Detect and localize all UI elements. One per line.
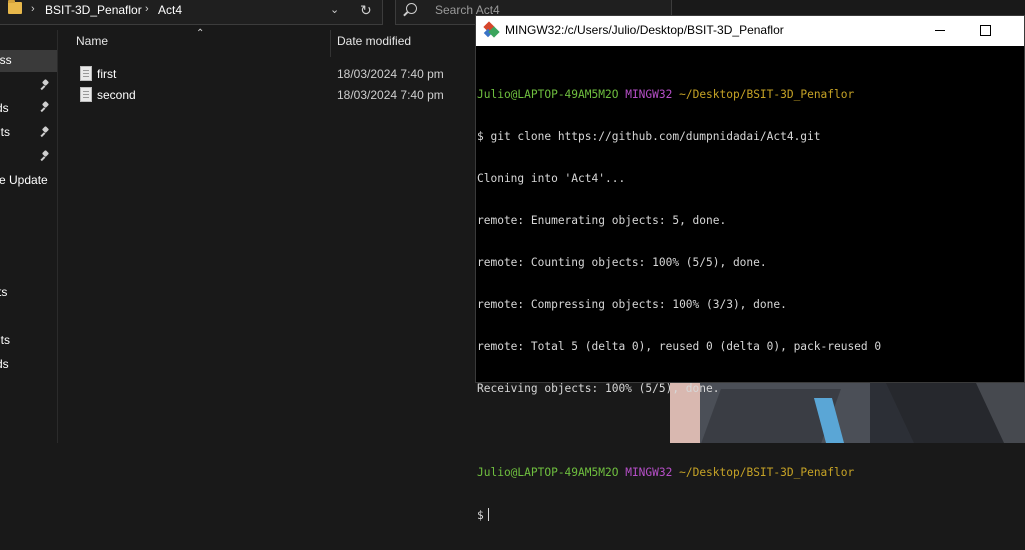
- maximize-button[interactable]: [980, 25, 991, 36]
- file-icon: [80, 66, 92, 81]
- nav-item-contacts[interactable]: ts: [0, 285, 7, 299]
- navigation-pane: ess ds nts e Update ts nts ds: [0, 30, 58, 443]
- minimize-button[interactable]: [935, 30, 945, 31]
- title-bar[interactable]: MINGW32:/c/Users/Julio/Desktop/BSIT-3D_P…: [476, 16, 1024, 46]
- window-title: MINGW32:/c/Users/Julio/Desktop/BSIT-3D_P…: [505, 23, 784, 37]
- search-icon: [406, 3, 417, 14]
- output-line: remote: Counting objects: 100% (5/5), do…: [477, 256, 767, 269]
- file-name[interactable]: first: [97, 67, 116, 81]
- nav-item-downloads[interactable]: ds: [0, 101, 9, 115]
- pin-icon[interactable]: [41, 102, 49, 112]
- pin-icon[interactable]: [41, 151, 49, 161]
- output-line: Cloning into 'Act4'...: [477, 172, 626, 185]
- output-line: remote: Compressing objects: 100% (3/3),…: [477, 298, 787, 311]
- prompt-user: Julio@LAPTOP-49AM5M2O: [477, 466, 619, 479]
- nav-item-documents-2[interactable]: nts: [0, 333, 10, 347]
- pin-icon[interactable]: [41, 80, 49, 90]
- prompt-system: MINGW32: [625, 466, 673, 479]
- column-header-date-modified[interactable]: Date modified: [337, 34, 411, 48]
- nav-item-quick-access[interactable]: ess: [0, 50, 57, 72]
- text-cursor: [487, 508, 489, 521]
- prompt-line: Julio@LAPTOP-49AM5M2O MINGW32 ~/Desktop/…: [477, 466, 1025, 480]
- refresh-icon[interactable]: ↻: [360, 2, 372, 19]
- pin-icon[interactable]: [41, 127, 49, 137]
- nav-item-documents[interactable]: nts: [0, 125, 10, 139]
- output-line: remote: Total 5 (delta 0), reused 0 (del…: [477, 340, 882, 353]
- prompt-path: ~/Desktop/BSIT-3D_Penaflor: [679, 88, 855, 101]
- output-line: $ git clone https://github.com/dumpnidad…: [477, 130, 821, 143]
- breadcrumb-current[interactable]: Act4: [158, 3, 182, 17]
- input-line[interactable]: $: [477, 508, 1025, 522]
- file-date: 18/03/2024 7:40 pm: [337, 67, 444, 81]
- nav-item-label: ess: [0, 53, 12, 67]
- nav-item-downloads-2[interactable]: ds: [0, 357, 9, 371]
- prompt-line: Julio@LAPTOP-49AM5M2O MINGW32 ~/Desktop/…: [477, 88, 1025, 102]
- chevron-down-icon[interactable]: ⌄: [330, 3, 339, 16]
- breadcrumb-folder[interactable]: BSIT-3D_Penaflor: [45, 3, 142, 17]
- prompt-system: MINGW32: [625, 88, 673, 101]
- git-bash-icon: [483, 21, 500, 38]
- input-prompt: $: [477, 509, 484, 522]
- folder-icon: [8, 0, 22, 14]
- prompt-path: ~/Desktop/BSIT-3D_Penaflor: [679, 466, 855, 479]
- address-bar[interactable]: › BSIT-3D_Penaflor › Act4 ⌄ ↻: [0, 0, 383, 25]
- sort-ascending-icon: ⌃: [196, 28, 205, 39]
- file-date: 18/03/2024 7:40 pm: [337, 88, 444, 102]
- terminal-output[interactable]: Julio@LAPTOP-49AM5M2O MINGW32 ~/Desktop/…: [476, 60, 1025, 550]
- chevron-right-icon: ›: [145, 3, 149, 15]
- file-name[interactable]: second: [97, 88, 136, 102]
- output-line: Receiving objects: 100% (5/5), done.: [477, 382, 720, 395]
- prompt-user: Julio@LAPTOP-49AM5M2O: [477, 88, 619, 101]
- column-header-name[interactable]: Name: [76, 34, 108, 48]
- output-line: remote: Enumerating objects: 5, done.: [477, 214, 727, 227]
- nav-item-update[interactable]: e Update: [0, 173, 48, 187]
- file-icon: [80, 87, 92, 102]
- column-divider[interactable]: [330, 30, 331, 57]
- git-bash-window[interactable]: MINGW32:/c/Users/Julio/Desktop/BSIT-3D_P…: [475, 15, 1025, 522]
- chevron-right-icon: ›: [31, 3, 35, 15]
